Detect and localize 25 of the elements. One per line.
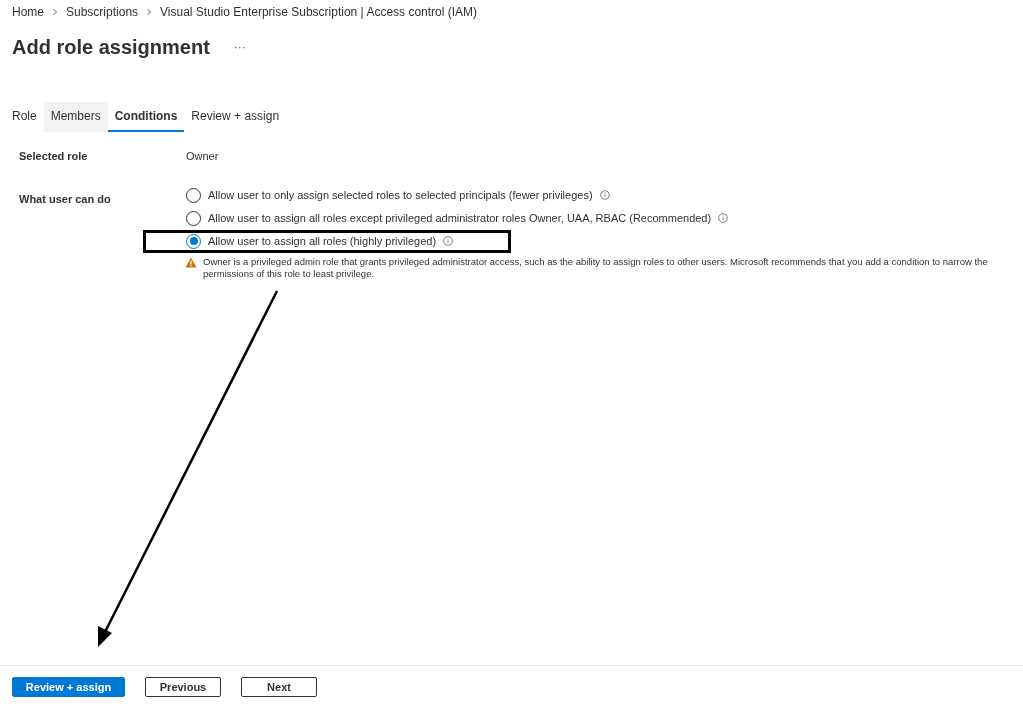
info-icon <box>443 236 454 246</box>
tab[interactable]: Members <box>43 102 108 132</box>
tab[interactable]: Conditions <box>107 102 185 132</box>
field-label: Selected role <box>19 149 89 164</box>
field-value: Owner <box>186 149 220 164</box>
info-icon <box>599 190 610 200</box>
radio-label: Allow user to assign all roles (highly privileged) <box>208 233 437 249</box>
info-icon <box>718 213 729 223</box>
tab[interactable]: Role <box>5 102 44 132</box>
radio-label: Allow user to only assign selected roles to selected principals (fewer privileges) <box>208 187 593 203</box>
chevron-icon <box>52 8 58 16</box>
breadcrumb-link[interactable]: Visual Studio Enterprise Subscription | Access control (IAM) <box>160 3 478 21</box>
nav-button[interactable]: Next <box>241 677 317 697</box>
tab[interactable]: Review + assign <box>184 102 287 132</box>
radio-label: Allow user to assign all roles except privileged administrator roles Owner, UAA, RBAC (Recommended) <box>208 210 712 226</box>
field-label: What user can do <box>19 191 112 207</box>
nav-button[interactable]: Previous <box>145 677 221 697</box>
breadcrumb-link[interactable]: Subscriptions <box>66 3 139 21</box>
breadcrumb-link[interactable]: Home <box>12 3 44 21</box>
warning-text: Owner is a privileged admin role that grants privileged administrator access, such as the ability to assign roles to other users. Microsoft recommends that you add a condition to narrow the permissions of this role to least privilege. <box>203 255 989 280</box>
warning-icon <box>185 256 197 268</box>
chevron-icon <box>146 8 153 16</box>
page-title: Add role assignment <box>12 35 210 60</box>
more-button[interactable]: ··· <box>233 38 246 56</box>
review-assign-button[interactable]: Review + assign <box>12 677 125 697</box>
